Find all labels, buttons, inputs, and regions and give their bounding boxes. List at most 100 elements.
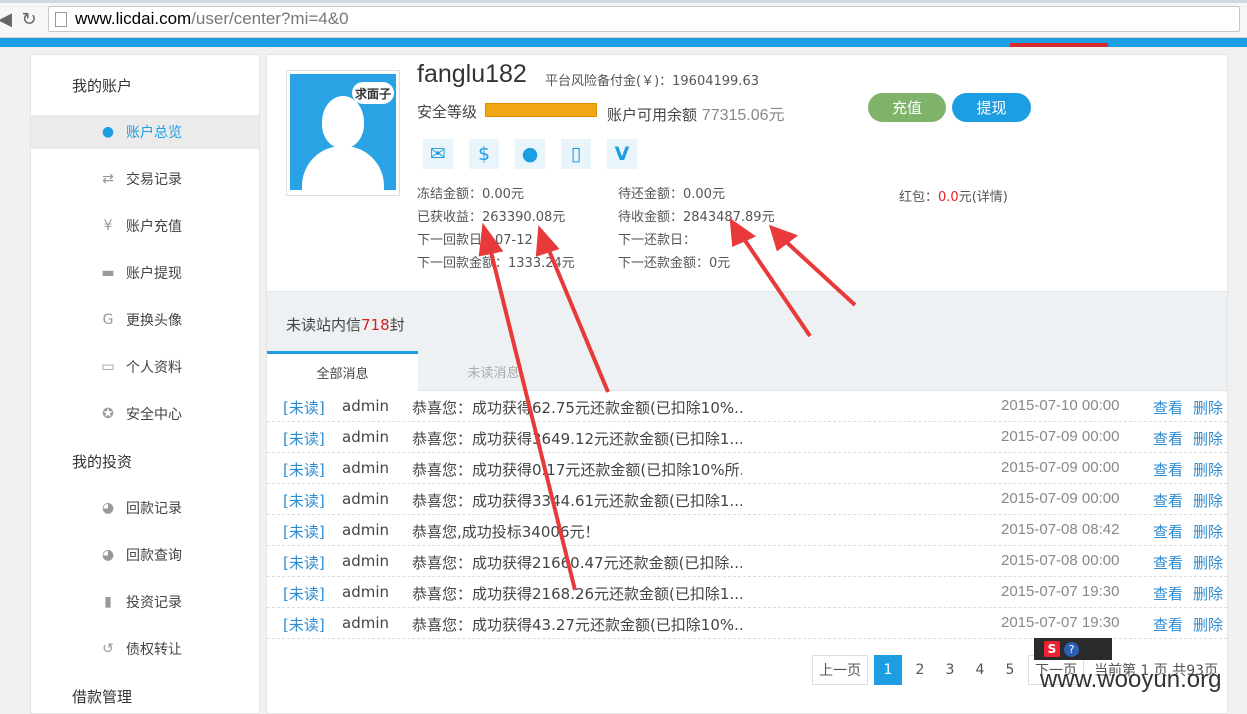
page-4[interactable]: 4 — [968, 655, 992, 685]
prev-page-button[interactable]: 上一页 — [812, 655, 868, 685]
message-row[interactable]: [未读] admin 恭喜您：成功获得3649.12元还款金额(已扣除1... 201… — [267, 422, 1227, 453]
message-row[interactable]: [未读] admin 恭喜您：成功获得62.75元还款金额(已扣除10%... 201… — [267, 391, 1227, 422]
page-3[interactable]: 3 — [938, 655, 962, 685]
delete-link[interactable]: 删除 — [1193, 397, 1223, 418]
message-row[interactable]: [未读] admin 恭喜您：成功获得0.17元还款金额(已扣除10%所... 201… — [267, 453, 1227, 484]
message-tag: [未读] — [283, 554, 325, 572]
delete-link[interactable]: 删除 — [1193, 583, 1223, 604]
sidebar-item-label: 回款查询 — [126, 548, 182, 564]
message-row[interactable]: [未读] admin 恭喜您：成功获得3344.61元还款金额(已扣除1... 201… — [267, 484, 1227, 515]
avatar-image: 求面子 — [290, 74, 396, 190]
withdraw-button[interactable]: 提现 — [952, 93, 1031, 122]
sidebar-item-security[interactable]: ✪ 安全中心 — [31, 397, 259, 431]
view-link[interactable]: 查看 — [1153, 490, 1183, 511]
username: fanglu182 — [417, 60, 527, 88]
unread-suffix: 封 — [389, 316, 405, 334]
identity-icon[interactable]: ● — [515, 139, 545, 169]
view-link[interactable]: 查看 — [1153, 583, 1183, 604]
view-link[interactable]: 查看 — [1153, 397, 1183, 418]
reload-icon[interactable]: ↻ — [18, 8, 40, 30]
delete-link[interactable]: 删除 — [1193, 521, 1223, 542]
security-level-label: 安全等级 — [417, 103, 478, 121]
sidebar-item-recharge[interactable]: ¥ 账户充值 — [31, 209, 259, 243]
browser-chrome: ◀ ↻ www.licdai.com/user/center?mi=4&0 — [0, 0, 1247, 38]
message-subject[interactable]: 恭喜您：成功获得62.75元还款金额(已扣除10%... — [412, 397, 742, 418]
sidebar-item-return-query[interactable]: ◕ 回款查询 — [31, 538, 259, 572]
message-time: 2015-07-07 19:30 — [1001, 583, 1120, 600]
message-tag: [未读] — [283, 430, 325, 448]
delete-link[interactable]: 删除 — [1193, 490, 1223, 511]
sidebar-item-label: 账户提现 — [126, 266, 182, 282]
message-subject[interactable]: 恭喜您：成功获得43.27元还款金额(已扣除10%... — [412, 614, 742, 635]
verification-icons: ✉ $ ● ▯ V — [423, 139, 637, 169]
sidebar-item-label: 债权转让 — [126, 642, 182, 658]
phone-icon[interactable]: ▯ — [561, 139, 591, 169]
message-subject[interactable]: 恭喜您,成功投标34006元！ — [412, 521, 742, 542]
sidebar: 我的账户 ● 账户总览 ⇄ 交易记录 ¥ 账户充值 ▬ 账户提现 G 更换头像 … — [30, 54, 260, 714]
avatar[interactable]: 求面子 — [286, 70, 400, 196]
delete-link[interactable]: 删除 — [1193, 552, 1223, 573]
message-row[interactable]: [未读] admin 恭喜您,成功投标34006元！ 2015-07-08 08:42… — [267, 515, 1227, 546]
message-time: 2015-07-09 00:00 — [1001, 459, 1120, 476]
tab-unread-messages[interactable]: 未读消息 — [418, 351, 569, 391]
pie-icon: ◕ — [101, 547, 115, 563]
delete-link[interactable]: 删除 — [1193, 614, 1223, 635]
email-icon[interactable]: ✉ — [423, 139, 453, 169]
page-2[interactable]: 2 — [908, 655, 932, 685]
vip-icon[interactable]: V — [607, 139, 637, 169]
page-5[interactable]: 5 — [998, 655, 1022, 685]
bank-card-icon[interactable]: $ — [469, 139, 499, 169]
sidebar-group-invest: 我的投资 — [72, 453, 133, 471]
message-subject[interactable]: 恭喜您：成功获得2168.26元还款金额(已扣除1... — [412, 583, 742, 604]
sidebar-item-debt-transfer[interactable]: ↺ 债权转让 — [31, 632, 259, 666]
message-sender: admin — [342, 397, 389, 415]
sidebar-item-withdraw[interactable]: ▬ 账户提现 — [31, 256, 259, 290]
page-icon — [55, 11, 67, 27]
message-subject[interactable]: 恭喜您：成功获得0.17元还款金额(已扣除10%所... — [412, 459, 742, 480]
ime-toolbar[interactable]: S ? — [1034, 638, 1112, 660]
back-icon[interactable]: ◀ — [0, 8, 16, 30]
message-subject[interactable]: 恭喜您：成功获得3344.61元还款金额(已扣除1... — [412, 490, 742, 511]
view-link[interactable]: 查看 — [1153, 552, 1183, 573]
message-sender: admin — [342, 490, 389, 508]
tab-strip — [0, 0, 1247, 3]
delete-link[interactable]: 删除 — [1193, 459, 1223, 480]
sidebar-item-overview[interactable]: ● 账户总览 — [31, 115, 259, 149]
sidebar-item-label: 账户充值 — [126, 219, 182, 235]
tab-all-messages[interactable]: 全部消息 — [267, 351, 418, 391]
sidebar-item-invest-records[interactable]: ▮ 投资记录 — [31, 585, 259, 619]
sidebar-item-avatar[interactable]: G 更换头像 — [31, 303, 259, 337]
pie-icon: ◕ — [101, 500, 115, 516]
view-link[interactable]: 查看 — [1153, 614, 1183, 635]
message-subject[interactable]: 恭喜您：成功获得21660.47元还款金额(已扣除... — [412, 552, 742, 573]
address-bar[interactable]: www.licdai.com/user/center?mi=4&0 — [48, 6, 1240, 32]
yen-icon: ¥ — [103, 218, 113, 234]
message-row[interactable]: [未读] admin 恭喜您：成功获得43.27元还款金额(已扣除10%... 201… — [267, 608, 1227, 639]
sidebar-item-transactions[interactable]: ⇄ 交易记录 — [31, 162, 259, 196]
message-tag: [未读] — [283, 523, 325, 541]
red-packet[interactable]: 红包：0.0元(详情) — [899, 186, 1008, 205]
balance-label: 账户可用余额 — [607, 106, 698, 124]
unread-count: 718 — [361, 316, 390, 334]
star-icon: ✪ — [102, 406, 114, 422]
delete-link[interactable]: 删除 — [1193, 428, 1223, 449]
url-host: www.licdai.com — [75, 9, 192, 28]
g-icon: G — [102, 312, 114, 328]
red-packet-label: 红包： — [899, 190, 939, 205]
view-link[interactable]: 查看 — [1153, 428, 1183, 449]
help-icon[interactable]: ? — [1064, 641, 1079, 657]
recharge-button[interactable]: 充值 — [868, 93, 946, 122]
next-repay-amount: 下一还款金额：0元 — [618, 256, 731, 271]
message-row[interactable]: [未读] admin 恭喜您：成功获得21660.47元还款金额(已扣除... 201… — [267, 546, 1227, 577]
message-subject[interactable]: 恭喜您：成功获得3649.12元还款金额(已扣除1... — [412, 428, 742, 449]
view-link[interactable]: 查看 — [1153, 459, 1183, 480]
to-collect-amount: 待收金额：2843487.89元 — [618, 210, 775, 225]
sidebar-item-label: 回款记录 — [126, 501, 182, 517]
sidebar-item-profile[interactable]: ▭ 个人资料 — [31, 350, 259, 384]
page-1[interactable]: 1 — [874, 655, 902, 685]
sidebar-item-return-records[interactable]: ◕ 回款记录 — [31, 491, 259, 525]
view-link[interactable]: 查看 — [1153, 521, 1183, 542]
message-list: [未读] admin 恭喜您：成功获得62.75元还款金额(已扣除10%... 201… — [267, 391, 1227, 639]
sogou-icon[interactable]: S — [1044, 641, 1060, 657]
message-row[interactable]: [未读] admin 恭喜您：成功获得2168.26元还款金额(已扣除1... 201… — [267, 577, 1227, 608]
